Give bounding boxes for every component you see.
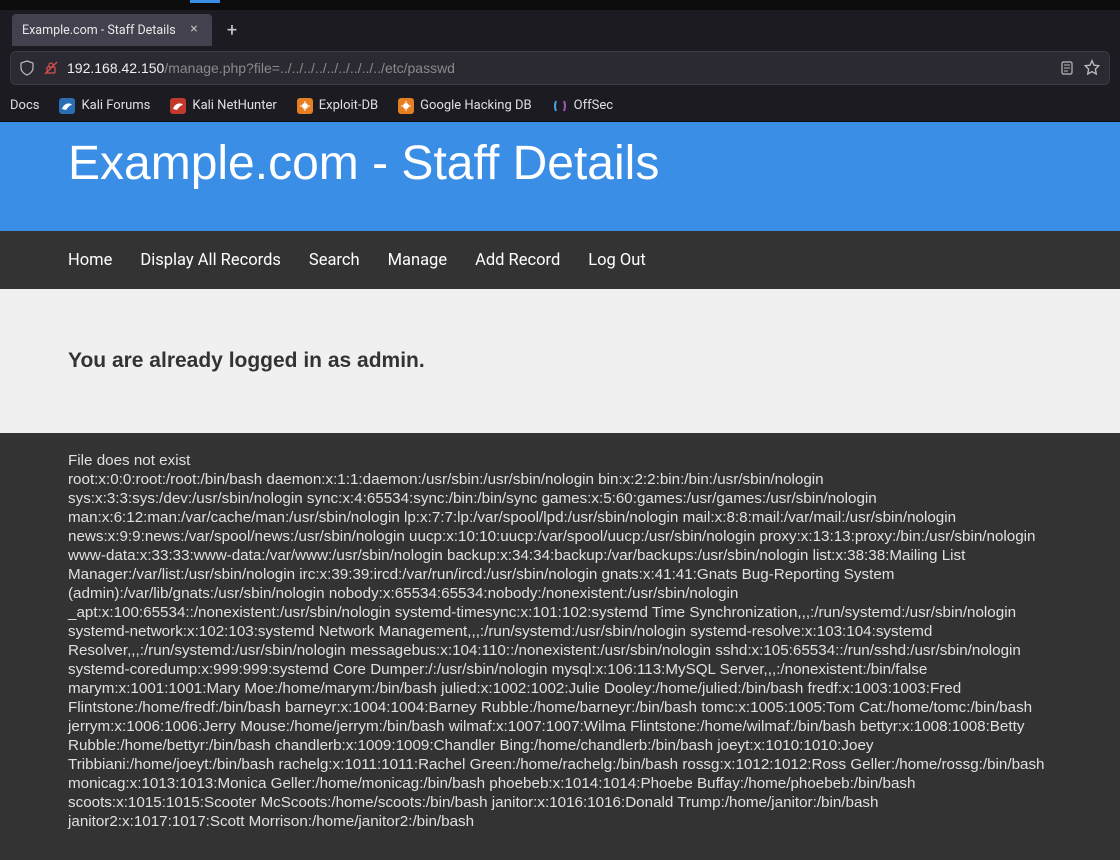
browser-tab-active[interactable]: Example.com - Staff Details × bbox=[12, 14, 212, 46]
bookmark-kali-forums[interactable]: Kali Forums bbox=[57, 94, 152, 118]
bookmark-label: Docs bbox=[10, 98, 39, 113]
reader-mode-icon[interactable] bbox=[1059, 60, 1075, 76]
url-path: /manage.php?file=../../../../../../../..… bbox=[164, 60, 455, 76]
bookmark-kali-nethunter[interactable]: Kali NetHunter bbox=[168, 94, 278, 118]
bookmark-label: Kali Forums bbox=[81, 98, 150, 113]
bookmark-docs[interactable]: Docs bbox=[8, 94, 41, 117]
bookmarks-bar: Docs Kali Forums Kali NetHunter Exploit-… bbox=[0, 90, 1120, 122]
bookmark-label: Exploit-DB bbox=[319, 98, 378, 113]
url-host: 192.168.42.150 bbox=[67, 60, 164, 76]
dragon-icon bbox=[59, 98, 75, 114]
bookmark-google-hacking-db[interactable]: Google Hacking DB bbox=[396, 94, 534, 118]
tab-title: Example.com - Staff Details bbox=[22, 23, 178, 38]
page-viewport: Example.com - Staff Details Home Display… bbox=[0, 122, 1120, 860]
nav-manage[interactable]: Manage bbox=[388, 251, 447, 270]
nav-search[interactable]: Search bbox=[309, 251, 360, 270]
shield-icon[interactable] bbox=[19, 60, 35, 76]
main-nav: Home Display All Records Search Manage A… bbox=[0, 231, 1120, 289]
window-top-strip bbox=[0, 0, 1120, 10]
login-status-message: You are already logged in as admin. bbox=[68, 349, 1052, 373]
bookmark-label: OffSec bbox=[574, 98, 613, 113]
bookmark-star-icon[interactable] bbox=[1083, 59, 1101, 77]
close-icon[interactable]: × bbox=[186, 22, 202, 38]
page-header: Example.com - Staff Details bbox=[0, 122, 1120, 231]
bookmark-label: Kali NetHunter bbox=[192, 98, 276, 113]
content-bottom: File does not exist root:x:0:0:root:/roo… bbox=[0, 433, 1120, 860]
nav-home[interactable]: Home bbox=[68, 251, 112, 270]
bookmark-exploit-db[interactable]: Exploit-DB bbox=[295, 94, 380, 118]
passwd-file-dump: root:x:0:0:root:/root:/bin/bash daemon:x… bbox=[68, 470, 1052, 831]
bookmark-offsec[interactable]: OffSec bbox=[550, 94, 615, 118]
page-title: Example.com - Staff Details bbox=[68, 136, 1120, 191]
lock-insecure-icon[interactable] bbox=[43, 60, 59, 76]
url-text[interactable]: 192.168.42.150/manage.php?file=../../../… bbox=[67, 60, 1051, 76]
tab-bar: Example.com - Staff Details × + bbox=[0, 10, 1120, 46]
nav-log-out[interactable]: Log Out bbox=[588, 251, 646, 270]
content-top: You are already logged in as admin. bbox=[0, 289, 1120, 433]
file-error-message: File does not exist bbox=[68, 451, 1052, 470]
offsec-icon bbox=[552, 98, 568, 114]
bug-icon bbox=[398, 98, 414, 114]
nav-add-record[interactable]: Add Record bbox=[475, 251, 560, 270]
dragon-icon bbox=[170, 98, 186, 114]
bookmark-label: Google Hacking DB bbox=[420, 98, 532, 113]
bug-icon bbox=[297, 98, 313, 114]
new-tab-button[interactable]: + bbox=[218, 16, 246, 44]
nav-display-all[interactable]: Display All Records bbox=[140, 251, 281, 270]
toolbar: 192.168.42.150/manage.php?file=../../../… bbox=[0, 46, 1120, 90]
url-bar[interactable]: 192.168.42.150/manage.php?file=../../../… bbox=[10, 51, 1110, 85]
